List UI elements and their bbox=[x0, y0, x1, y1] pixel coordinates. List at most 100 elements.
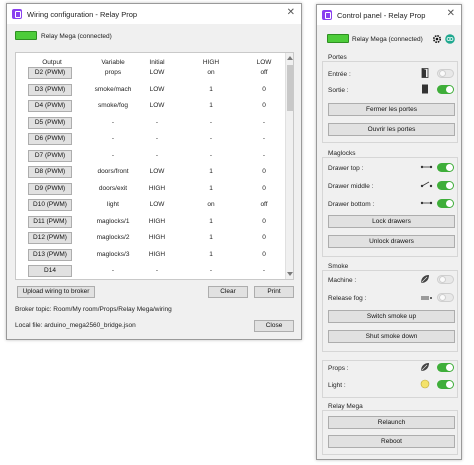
control-titlebar[interactable]: Control panel - Relay Prop ✕ bbox=[317, 5, 461, 25]
scroll-up-icon[interactable] bbox=[287, 56, 293, 60]
cell-initial: - bbox=[155, 151, 159, 159]
entree-toggle[interactable] bbox=[437, 69, 454, 78]
cell-initial: LOW bbox=[149, 102, 165, 109]
scroll-down-icon[interactable] bbox=[287, 272, 293, 276]
column-header-high: HIGH bbox=[202, 59, 220, 66]
output-button[interactable]: D9 (PWM) bbox=[28, 182, 72, 195]
cell-initial: HIGH bbox=[148, 217, 166, 225]
column-header-low: LOW bbox=[256, 59, 272, 66]
shut-smoke-down-button[interactable]: Shut smoke down bbox=[328, 330, 455, 343]
close-button[interactable]: Close bbox=[254, 320, 294, 332]
cell-variable: maglocks/2 bbox=[96, 234, 130, 241]
print-button[interactable]: Print bbox=[254, 286, 294, 298]
control-panel-window: Control panel - Relay Prop ✕ Relay Mega … bbox=[316, 4, 462, 460]
lock-drawers-button[interactable]: Lock drawers bbox=[328, 215, 455, 228]
cell-low: off bbox=[260, 69, 268, 76]
drawer-top-label: Drawer top : bbox=[328, 165, 364, 172]
door-open-icon bbox=[421, 68, 429, 78]
column-header-initial: Initial bbox=[149, 59, 165, 66]
cell-low: - bbox=[262, 267, 266, 274]
close-icon[interactable]: ✕ bbox=[447, 8, 455, 19]
cell-low: 0 bbox=[262, 250, 266, 258]
light-toggle[interactable] bbox=[437, 380, 454, 389]
output-button[interactable]: D8 (PWM) bbox=[28, 166, 72, 178]
local-file: Local file: arduino_mega2560_bridge.json bbox=[15, 322, 136, 329]
light-label: Light : bbox=[328, 382, 346, 389]
cell-variable: doors/exit bbox=[98, 184, 128, 192]
cell-low: - bbox=[262, 135, 266, 142]
sortie-toggle[interactable] bbox=[437, 85, 454, 94]
cell-low: 0 bbox=[262, 234, 266, 241]
unlock-drawers-button[interactable]: Unlock drawers bbox=[328, 235, 455, 248]
cell-variable: - bbox=[111, 135, 115, 142]
output-button[interactable]: D6 (PWM) bbox=[28, 133, 72, 145]
upload-wiring-button[interactable]: Upload wiring to broker bbox=[17, 286, 95, 298]
output-button[interactable]: D12 (PWM) bbox=[28, 232, 72, 244]
cell-high: - bbox=[209, 135, 213, 142]
cell-variable: props bbox=[104, 69, 122, 76]
switch-closed-icon bbox=[420, 165, 433, 169]
app-icon bbox=[12, 9, 22, 19]
drawer-bottom-toggle[interactable] bbox=[437, 199, 454, 208]
column-header-variable: Variable bbox=[101, 59, 125, 66]
connection-status: Relay Mega (connected) bbox=[41, 33, 112, 40]
bulb-icon bbox=[420, 379, 430, 389]
machine-toggle[interactable] bbox=[437, 275, 454, 284]
drawer-middle-toggle[interactable] bbox=[437, 181, 454, 190]
wiring-window: Wiring configuration - Relay Prop ✕ Rela… bbox=[6, 3, 302, 340]
cell-initial: LOW bbox=[149, 201, 165, 208]
cell-high: 1 bbox=[209, 217, 213, 225]
cell-initial: - bbox=[155, 118, 159, 126]
cell-low: 0 bbox=[262, 85, 266, 93]
link-icon[interactable] bbox=[445, 34, 455, 44]
cell-high: - bbox=[209, 151, 213, 159]
cell-high: 1 bbox=[209, 102, 213, 109]
output-button[interactable]: D11 (PWM) bbox=[28, 215, 72, 228]
smoke-title: Smoke bbox=[327, 263, 350, 270]
cell-low: 0 bbox=[262, 102, 266, 109]
reboot-button[interactable]: Reboot bbox=[328, 435, 455, 448]
release-fog-toggle[interactable] bbox=[437, 293, 454, 302]
drawer-top-toggle[interactable] bbox=[437, 163, 454, 172]
entree-label: Entrée : bbox=[328, 71, 351, 78]
app-icon bbox=[322, 10, 332, 20]
output-button[interactable]: D2 (PWM) bbox=[28, 67, 72, 79]
open-doors-button[interactable]: Ouvrir les portes bbox=[328, 123, 455, 136]
output-button[interactable]: D4 (PWM) bbox=[28, 100, 72, 112]
cell-variable: smoke/mach bbox=[94, 85, 132, 93]
relaunch-button[interactable]: Relaunch bbox=[328, 416, 455, 429]
clear-button[interactable]: Clear bbox=[208, 286, 248, 298]
cell-low: 0 bbox=[262, 217, 266, 225]
cell-initial: - bbox=[155, 267, 159, 274]
switch-closed-icon bbox=[420, 201, 433, 205]
close-doors-button[interactable]: Fermer les portes bbox=[328, 103, 455, 116]
close-icon[interactable]: ✕ bbox=[287, 7, 295, 18]
cell-initial: LOW bbox=[149, 168, 165, 175]
cell-high: 1 bbox=[209, 168, 213, 175]
output-button[interactable]: D5 (PWM) bbox=[28, 116, 72, 129]
output-button[interactable]: D3 (PWM) bbox=[28, 83, 72, 96]
switch-open-icon bbox=[420, 181, 433, 188]
broker-topic: Broker topic: Room/My room/Props/Relay M… bbox=[15, 306, 172, 313]
switch-smoke-up-button[interactable]: Switch smoke up bbox=[328, 310, 455, 323]
gear-icon[interactable] bbox=[432, 34, 442, 44]
cell-high: 1 bbox=[209, 234, 213, 241]
wiring-titlebar[interactable]: Wiring configuration - Relay Prop ✕ bbox=[7, 4, 301, 24]
table-scrollbar[interactable] bbox=[285, 53, 293, 279]
cell-variable: doors/front bbox=[97, 168, 129, 175]
output-button[interactable]: D13 (PWM) bbox=[28, 248, 72, 261]
cell-high: 1 bbox=[209, 184, 213, 192]
cell-variable: - bbox=[111, 151, 115, 159]
props-toggle[interactable] bbox=[437, 363, 454, 372]
scroll-thumb[interactable] bbox=[287, 65, 293, 111]
output-button[interactable]: D7 (PWM) bbox=[28, 149, 72, 162]
sortie-label: Sortie : bbox=[328, 87, 349, 94]
cell-variable: light bbox=[107, 201, 119, 208]
fog-icon bbox=[421, 296, 432, 300]
machine-label: Machine : bbox=[328, 277, 357, 284]
output-button[interactable]: D10 (PWM) bbox=[28, 199, 72, 211]
maglocks-title: Maglocks bbox=[327, 150, 357, 157]
cell-high: on bbox=[207, 201, 215, 208]
cell-initial: HIGH bbox=[148, 184, 166, 192]
output-button[interactable]: D14 bbox=[28, 265, 72, 277]
